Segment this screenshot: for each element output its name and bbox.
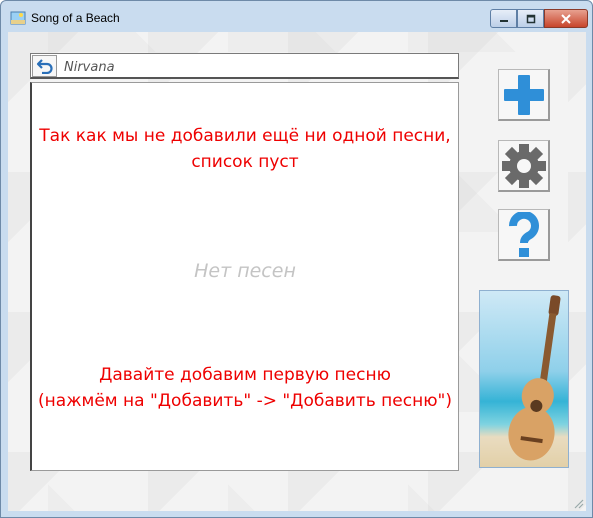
maximize-icon (526, 14, 535, 23)
undo-arrow-icon (36, 59, 53, 74)
settings-button[interactable] (498, 140, 550, 192)
maximize-button[interactable] (517, 9, 544, 28)
minimize-icon (499, 19, 508, 22)
title-bar[interactable]: Song of a Beach (1, 1, 592, 33)
song-list[interactable]: Так как мы не добавили ещё ни одной песн… (30, 82, 459, 471)
empty-hint-bottom-line-1: Давайте добавим первую песню (99, 365, 391, 385)
empty-hint-top-line-1: Так как мы не добавили ещё ни одной песн… (39, 126, 451, 146)
back-button[interactable] (32, 55, 57, 77)
empty-hint-top-line-2: список пуст (191, 152, 299, 172)
ukulele-image (479, 290, 569, 468)
minimize-button[interactable] (490, 9, 517, 28)
gear-icon (501, 143, 546, 188)
close-button[interactable] (544, 9, 588, 28)
search-input[interactable] (62, 56, 456, 78)
empty-hint-bottom-line-2: (нажмём на "Добавить" -> "Добавить песню… (38, 391, 452, 411)
empty-hint-bottom: Давайте добавим первую песню (нажмём на … (32, 362, 458, 414)
client-area: Так как мы не добавили ещё ни одной песн… (8, 32, 586, 511)
help-button[interactable] (498, 209, 550, 261)
window-title: Song of a Beach (31, 11, 120, 25)
close-icon (561, 13, 571, 24)
resize-grip-icon[interactable] (572, 497, 584, 509)
no-songs-label: Нет песен (194, 260, 296, 282)
add-button[interactable] (498, 69, 550, 121)
app-window: Song of a Beach Так как мы не добавили е… (0, 0, 593, 518)
plus-icon (503, 74, 544, 115)
empty-hint-top: Так как мы не добавили ещё ни одной песн… (32, 123, 458, 175)
search-bar (30, 53, 459, 79)
question-icon (508, 211, 539, 257)
app-icon (10, 10, 26, 26)
